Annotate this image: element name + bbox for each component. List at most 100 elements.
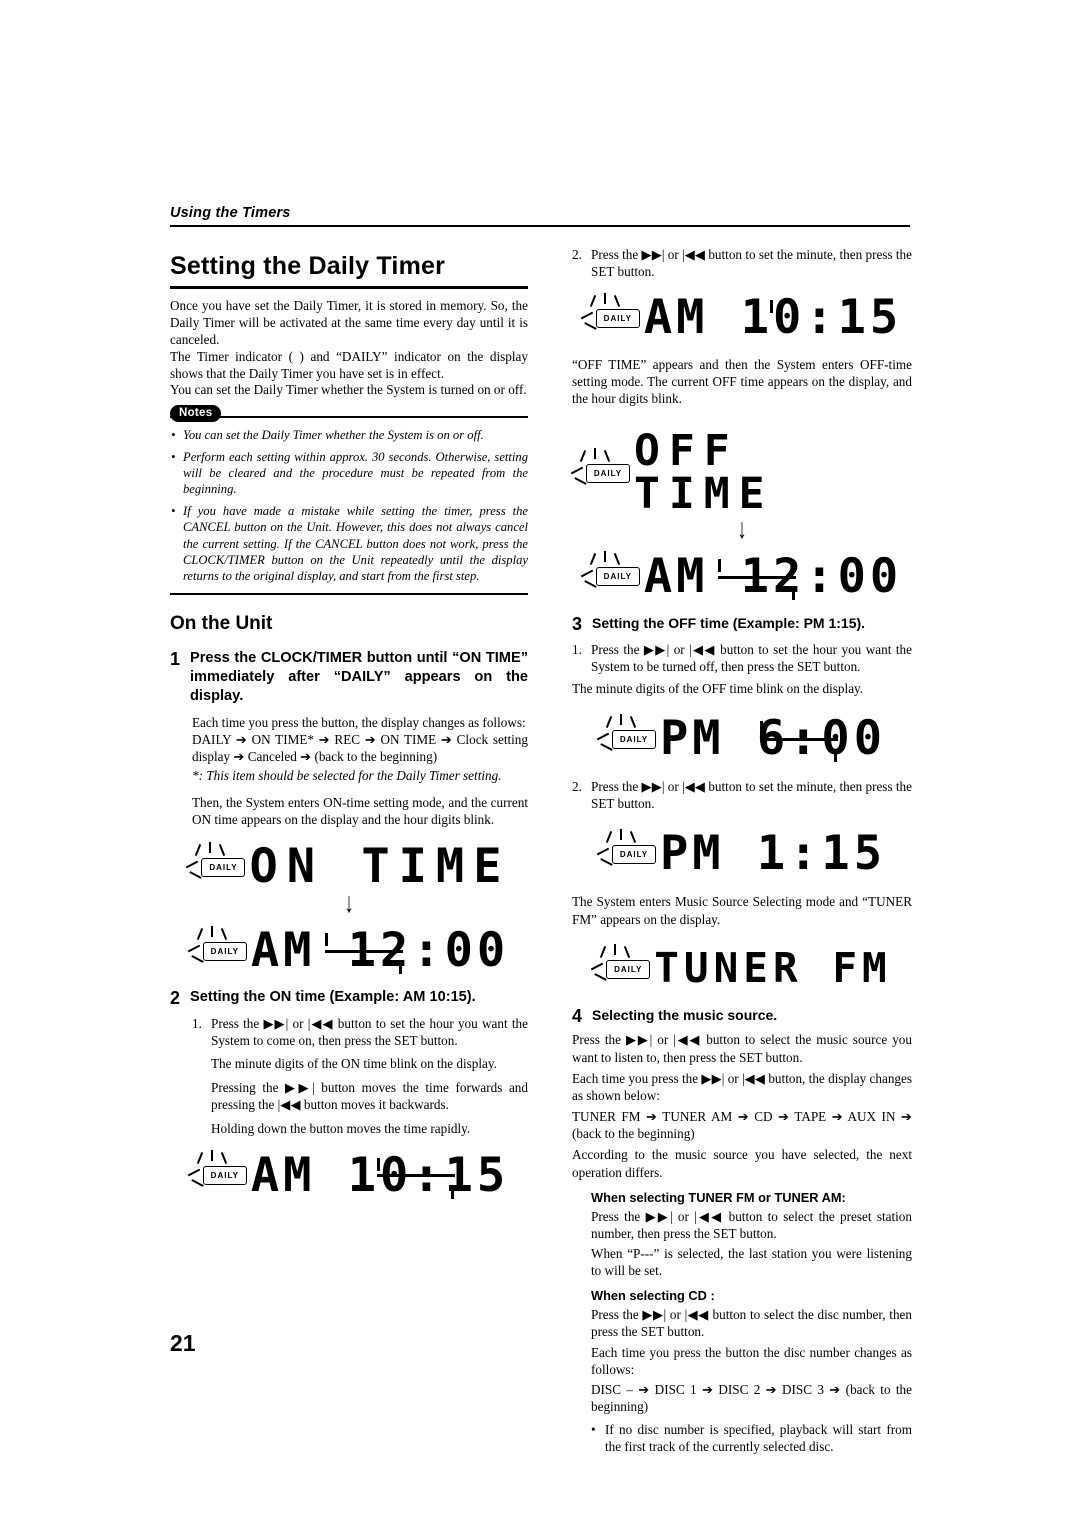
lcd-pm-115-text: PM 1:15 bbox=[659, 826, 887, 882]
step-2-heading: Setting the ON time (Example: AM 10:15). bbox=[190, 989, 476, 1006]
blink-tick bbox=[376, 1157, 380, 1171]
blink-tick bbox=[450, 1185, 454, 1199]
blink-strike bbox=[759, 737, 838, 741]
blink-tick bbox=[717, 558, 721, 572]
lcd-am-1015-text: AM 10:15 bbox=[643, 290, 903, 346]
lcd-am-1015-blink: DAILY AM 10:15 bbox=[170, 1150, 528, 1199]
intro-paragraph-3: You can set the Daily Timer whether the … bbox=[170, 382, 527, 398]
step-1-number: 1 bbox=[170, 648, 181, 669]
step-4: 4 Selecting the music source. bbox=[572, 1006, 912, 1027]
step-2-substeps: 1. Press the ▶▶| or |◀◀ button to set the… bbox=[192, 1015, 528, 1049]
step-4-sub-heading-tuner: When selecting TUNER FM or TUNER AM: bbox=[591, 1189, 846, 1205]
lcd-tuner-fm-text: TUNER FM bbox=[654, 944, 892, 993]
note-item: Perform each setting within approx. 30 s… bbox=[170, 449, 528, 498]
step-4-sub1-body-1: Press the ▶▶| or |◀◀ button to select th… bbox=[591, 1208, 912, 1241]
page-title: Setting the Daily Timer bbox=[170, 252, 446, 280]
step-2: 2 Setting the ON time (Example: AM 10:15… bbox=[170, 988, 528, 1009]
right-top-substep: 2. Press the ▶▶| or |◀◀ button to set the… bbox=[572, 247, 912, 280]
right-column: 2. Press the ▶▶| or |◀◀ button to set the… bbox=[570, 240, 912, 1456]
daily-label: DAILY bbox=[606, 959, 651, 979]
daily-indicator-icon: DAILY bbox=[596, 828, 660, 877]
step-3-heading: Setting the OFF time (Example: PM 1:15). bbox=[592, 614, 866, 631]
step-3-body-1: The minute digits of the OFF time blink … bbox=[572, 680, 864, 696]
blink-strike bbox=[376, 1174, 455, 1178]
section-on-the-unit: On the Unit bbox=[170, 612, 273, 634]
step-4-bullet: If no disc number is specified, playback… bbox=[591, 1421, 912, 1455]
step-1-body-3: Then, the System enters ON-time setting … bbox=[192, 795, 528, 828]
daily-label: DAILY bbox=[201, 857, 246, 877]
daily-indicator-icon: DAILY bbox=[596, 713, 660, 762]
step-4-body-1: Press the ▶▶| or |◀◀ button to select th… bbox=[572, 1032, 912, 1065]
blink-tick bbox=[398, 961, 402, 975]
right-paragraph-1: “OFF TIME” appears and then the System e… bbox=[572, 357, 912, 407]
daily-label: DAILY bbox=[586, 463, 630, 483]
daily-label: DAILY bbox=[611, 844, 656, 864]
step-4-number: 4 bbox=[572, 1005, 583, 1026]
lcd-tuner-fm: DAILY TUNER FM bbox=[572, 943, 912, 993]
blink-tick bbox=[769, 300, 773, 314]
lcd-am-1200-right: DAILY AM 12:00 bbox=[572, 551, 912, 600]
step-4-sub-heading-cd: When selecting CD : bbox=[591, 1288, 715, 1304]
daily-indicator-icon: DAILY bbox=[570, 447, 634, 496]
daily-indicator-icon: DAILY bbox=[580, 292, 644, 341]
step-4-body-2: Each time you press the ▶▶| or |◀◀ butto… bbox=[572, 1070, 912, 1103]
blink-tick bbox=[759, 721, 763, 735]
blink-tick bbox=[791, 586, 795, 600]
step-3-number: 3 bbox=[572, 613, 583, 634]
arrow-down-icon: ↓ bbox=[344, 887, 354, 920]
step-3-substep-2: 2. Press the ▶▶| or |◀◀ button to set the… bbox=[572, 779, 912, 812]
step-3: 3 Setting the OFF time (Example: PM 1:15… bbox=[572, 614, 912, 635]
blink-tick bbox=[324, 933, 328, 947]
blink-strike bbox=[324, 949, 403, 953]
step-2-body-2: Pressing the ▶▶| button moves the time f… bbox=[211, 1080, 528, 1112]
step-3-substeps-2: 2. Press the ▶▶| or |◀◀ button to set the… bbox=[572, 778, 912, 812]
step-1-body-2: DAILY ➔ ON TIME* ➔ REC ➔ ON TIME ➔ Clock… bbox=[192, 731, 528, 764]
lcd-am-1015: DAILY AM 10:15 bbox=[572, 290, 912, 346]
step-1-body: Each time you press the button, the disp… bbox=[192, 715, 528, 829]
step-1-heading: Press the CLOCK/TIMER button until “ON T… bbox=[190, 649, 528, 705]
lcd-on-time: DAILY ON TIME bbox=[170, 841, 528, 890]
running-head: Using the Timers bbox=[170, 205, 291, 221]
blink-tick bbox=[833, 749, 837, 763]
manual-page: Using the Timers Setting the Daily Timer… bbox=[0, 0, 1080, 1528]
lcd-off-time: DAILY OFF TIME bbox=[570, 425, 912, 519]
title-rule bbox=[170, 286, 528, 289]
daily-label: DAILY bbox=[202, 941, 247, 961]
left-column: Setting the Daily Timer Once you have se… bbox=[170, 240, 528, 1199]
daily-label: DAILY bbox=[595, 308, 640, 328]
step-3-substeps: 1. Press the ▶▶| or |◀◀ button to set the… bbox=[572, 641, 912, 675]
step-1-body-1: Each time you press the button, the disp… bbox=[192, 714, 526, 730]
continued-substep: 2. Press the ▶▶| or |◀◀ button to set the… bbox=[572, 246, 912, 280]
step-4-sub1-body-2: When “P---” is selected, the last statio… bbox=[591, 1246, 912, 1279]
daily-indicator-icon: DAILY bbox=[187, 1150, 251, 1198]
step-1: 1 Press the CLOCK/TIMER button until “ON… bbox=[170, 649, 528, 707]
step-2-body-1: The minute digits of the ON time blink o… bbox=[211, 1056, 497, 1072]
daily-indicator-icon: DAILY bbox=[591, 943, 654, 992]
step-4-body-4: According to the music source you have s… bbox=[572, 1147, 912, 1180]
step-4-sub2-body-2: Each time you press the button the disc … bbox=[591, 1344, 912, 1377]
step-4-heading: Selecting the music source. bbox=[592, 1006, 778, 1023]
step-4-sub2-body-1: Press the ▶▶| or |◀◀ button to select th… bbox=[591, 1307, 912, 1340]
page-number: 21 bbox=[170, 1330, 196, 1356]
note-item: If you have made a mistake while setting… bbox=[170, 503, 528, 585]
blink-strike bbox=[717, 575, 796, 579]
daily-indicator-icon: DAILY bbox=[187, 925, 251, 974]
notes-list: You can set the Daily Timer whether the … bbox=[170, 427, 528, 584]
intro-paragraph-2: The Timer indicator ( ) and “DAILY” indi… bbox=[170, 348, 528, 381]
daily-indicator-icon: DAILY bbox=[580, 551, 644, 599]
arrow-down-icon: ↓ bbox=[737, 513, 747, 546]
intro-paragraph-1: Once you have set the Daily Timer, it is… bbox=[170, 298, 528, 347]
daily-label: DAILY bbox=[202, 1166, 247, 1186]
notes-top-rule bbox=[170, 416, 528, 419]
lcd-pm-600: DAILY PM 6:00 bbox=[572, 713, 912, 763]
note-item: You can set the Daily Timer whether the … bbox=[170, 427, 528, 444]
step-2-body: The minute digits of the ON time blink o… bbox=[211, 1056, 528, 1138]
daily-indicator-icon: DAILY bbox=[186, 841, 249, 890]
step-4-body-3: TUNER FM ➔ TUNER AM ➔ CD ➔ TAPE ➔ AUX IN… bbox=[572, 1109, 912, 1142]
daily-label: DAILY bbox=[611, 729, 656, 749]
step-3-substep-1: 1. Press the ▶▶| or |◀◀ button to set the… bbox=[572, 641, 912, 674]
running-head-rule bbox=[170, 225, 910, 227]
lcd-off-time-text: OFF TIME bbox=[634, 425, 774, 519]
step-4-sub2-body-3: DISC – ➔ DISC 1 ➔ DISC 2 ➔ DISC 3 ➔ (bac… bbox=[591, 1381, 912, 1415]
notes-bottom-rule bbox=[170, 592, 528, 595]
